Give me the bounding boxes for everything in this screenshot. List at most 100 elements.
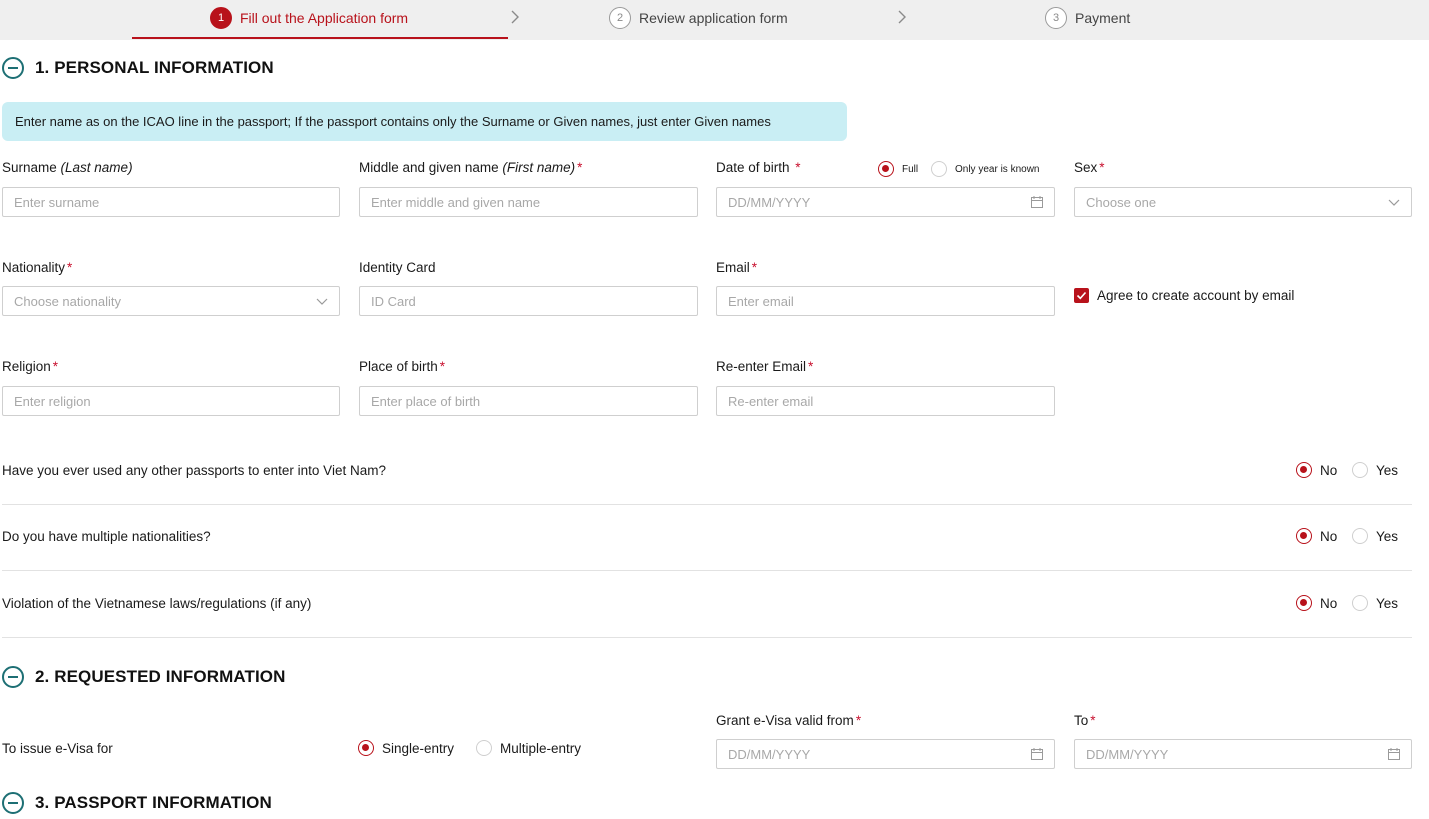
given-name-input[interactable]: Enter middle and given name (359, 187, 698, 217)
placeholder: Enter middle and given name (371, 194, 541, 210)
section-requested-header[interactable]: 2. REQUESTED INFORMATION (2, 666, 286, 688)
valid-from-label: Grant e-Visa valid from * (716, 713, 862, 728)
chevron-down-icon (1388, 199, 1400, 206)
radio-label: Single-entry (382, 740, 455, 756)
violation-no-radio[interactable]: No (1296, 595, 1337, 611)
calendar-icon[interactable] (1388, 748, 1400, 760)
section-title: 2. REQUESTED INFORMATION (35, 667, 286, 686)
calendar-icon[interactable] (1031, 748, 1043, 760)
step-fill-form[interactable]: 1 Fill out the Application form (210, 6, 408, 30)
chevron-down-icon (316, 298, 328, 305)
chevron-right-icon (898, 10, 906, 24)
religion-label: Religion * (2, 359, 59, 374)
radio-dot (1296, 462, 1312, 478)
identity-card-label: Identity Card (359, 260, 436, 275)
section-personal-header[interactable]: 1. PERSONAL INFORMATION (2, 57, 274, 79)
given-name-label: Middle and given name (First name) * (359, 160, 583, 175)
checkbox-box (1074, 288, 1089, 303)
issue-evisa-label: To issue e-Visa for (2, 741, 113, 756)
radio-label: No (1320, 595, 1338, 611)
active-step-underline (132, 37, 508, 39)
dob-year-only-radio[interactable]: Only year is known (931, 161, 1039, 177)
step-review[interactable]: 2 Review application form (609, 6, 788, 30)
step-number: 3 (1045, 7, 1067, 29)
question-violation: Violation of the Vietnamese laws/regulat… (2, 596, 312, 611)
valid-from-input[interactable]: DD/MM/YYYY (716, 739, 1055, 769)
radio-dot (931, 161, 947, 177)
chevron-right-icon (511, 10, 519, 24)
place-of-birth-label: Place of birth * (359, 359, 446, 374)
question-other-passports: Have you ever used any other passports t… (2, 463, 386, 478)
radio-label: No (1320, 528, 1338, 544)
collapse-minus-icon[interactable] (2, 666, 24, 688)
placeholder: DD/MM/YYYY (728, 194, 811, 210)
surname-input[interactable]: Enter surname (2, 187, 340, 217)
violation-yes-radio[interactable]: Yes (1352, 595, 1398, 611)
divider (2, 570, 1412, 571)
question-multiple-nationalities: Do you have multiple nationalities? (2, 529, 211, 544)
placeholder: Enter surname (14, 194, 100, 210)
radio-label: Full (902, 163, 919, 175)
agree-account-checkbox[interactable]: Agree to create account by email (1074, 288, 1294, 303)
other-passports-yes-radio[interactable]: Yes (1352, 462, 1398, 478)
dob-input[interactable]: DD/MM/YYYY (716, 187, 1055, 217)
radio-dot (878, 161, 894, 177)
collapse-minus-icon[interactable] (2, 792, 24, 814)
placeholder: Enter religion (14, 393, 91, 409)
step-number: 2 (609, 7, 631, 29)
reenter-email-label: Re-enter Email * (716, 359, 814, 374)
single-entry-radio[interactable]: Single-entry (358, 740, 454, 756)
sex-select[interactable]: Choose one (1074, 187, 1412, 217)
identity-card-input[interactable]: ID Card (359, 286, 698, 316)
multiple-entry-radio[interactable]: Multiple-entry (476, 740, 581, 756)
nationality-label: Nationality * (2, 260, 73, 275)
reenter-email-input[interactable]: Re-enter email (716, 386, 1055, 416)
dob-full-radio[interactable]: Full (878, 161, 918, 177)
divider (2, 504, 1412, 505)
placeholder: DD/MM/YYYY (1086, 746, 1169, 762)
placeholder: Enter email (728, 293, 794, 309)
placeholder: Re-enter email (728, 393, 814, 409)
step-number: 1 (210, 7, 232, 29)
religion-input[interactable]: Enter religion (2, 386, 340, 416)
radio-dot (1352, 462, 1368, 478)
email-input[interactable]: Enter email (716, 286, 1055, 316)
place-of-birth-input[interactable]: Enter place of birth (359, 386, 698, 416)
section-passport-header[interactable]: 3. PASSPORT INFORMATION (2, 792, 272, 814)
dob-label: Date of birth * (716, 160, 801, 175)
radio-label: Multiple-entry (500, 740, 582, 756)
calendar-icon[interactable] (1031, 196, 1043, 208)
radio-label: Yes (1376, 528, 1399, 544)
radio-label: Only year is known (955, 163, 1040, 175)
valid-to-input[interactable]: DD/MM/YYYY (1074, 739, 1412, 769)
section-title: 1. PERSONAL INFORMATION (35, 58, 274, 77)
radio-dot (1352, 595, 1368, 611)
step-label: Payment (1075, 10, 1131, 26)
multiple-nationalities-no-radio[interactable]: No (1296, 528, 1337, 544)
email-label: Email * (716, 260, 758, 275)
step-label: Fill out the Application form (240, 10, 409, 26)
check-icon (1076, 291, 1087, 300)
valid-to-label: To * (1074, 713, 1096, 728)
placeholder: Choose nationality (14, 293, 121, 309)
sex-label: Sex * (1074, 160, 1105, 175)
info-banner: Enter name as on the ICAO line in the pa… (2, 102, 847, 141)
radio-label: No (1320, 462, 1338, 478)
radio-dot (358, 740, 374, 756)
placeholder: ID Card (371, 293, 416, 309)
collapse-minus-icon[interactable] (2, 57, 24, 79)
radio-dot (1296, 528, 1312, 544)
placeholder: DD/MM/YYYY (728, 746, 811, 762)
step-label: Review application form (639, 10, 788, 26)
section-title: 3. PASSPORT INFORMATION (35, 793, 272, 812)
surname-label: Surname (Last name) (2, 160, 133, 175)
multiple-nationalities-yes-radio[interactable]: Yes (1352, 528, 1398, 544)
radio-dot (476, 740, 492, 756)
step-payment[interactable]: 3 Payment (1045, 6, 1130, 30)
placeholder: Enter place of birth (371, 393, 481, 409)
radio-label: Yes (1376, 595, 1399, 611)
progress-stepper: 1 Fill out the Application form 2 Review… (0, 0, 1429, 40)
other-passports-no-radio[interactable]: No (1296, 462, 1337, 478)
nationality-select[interactable]: Choose nationality (2, 286, 340, 316)
checkbox-label: Agree to create account by email (1097, 288, 1295, 303)
